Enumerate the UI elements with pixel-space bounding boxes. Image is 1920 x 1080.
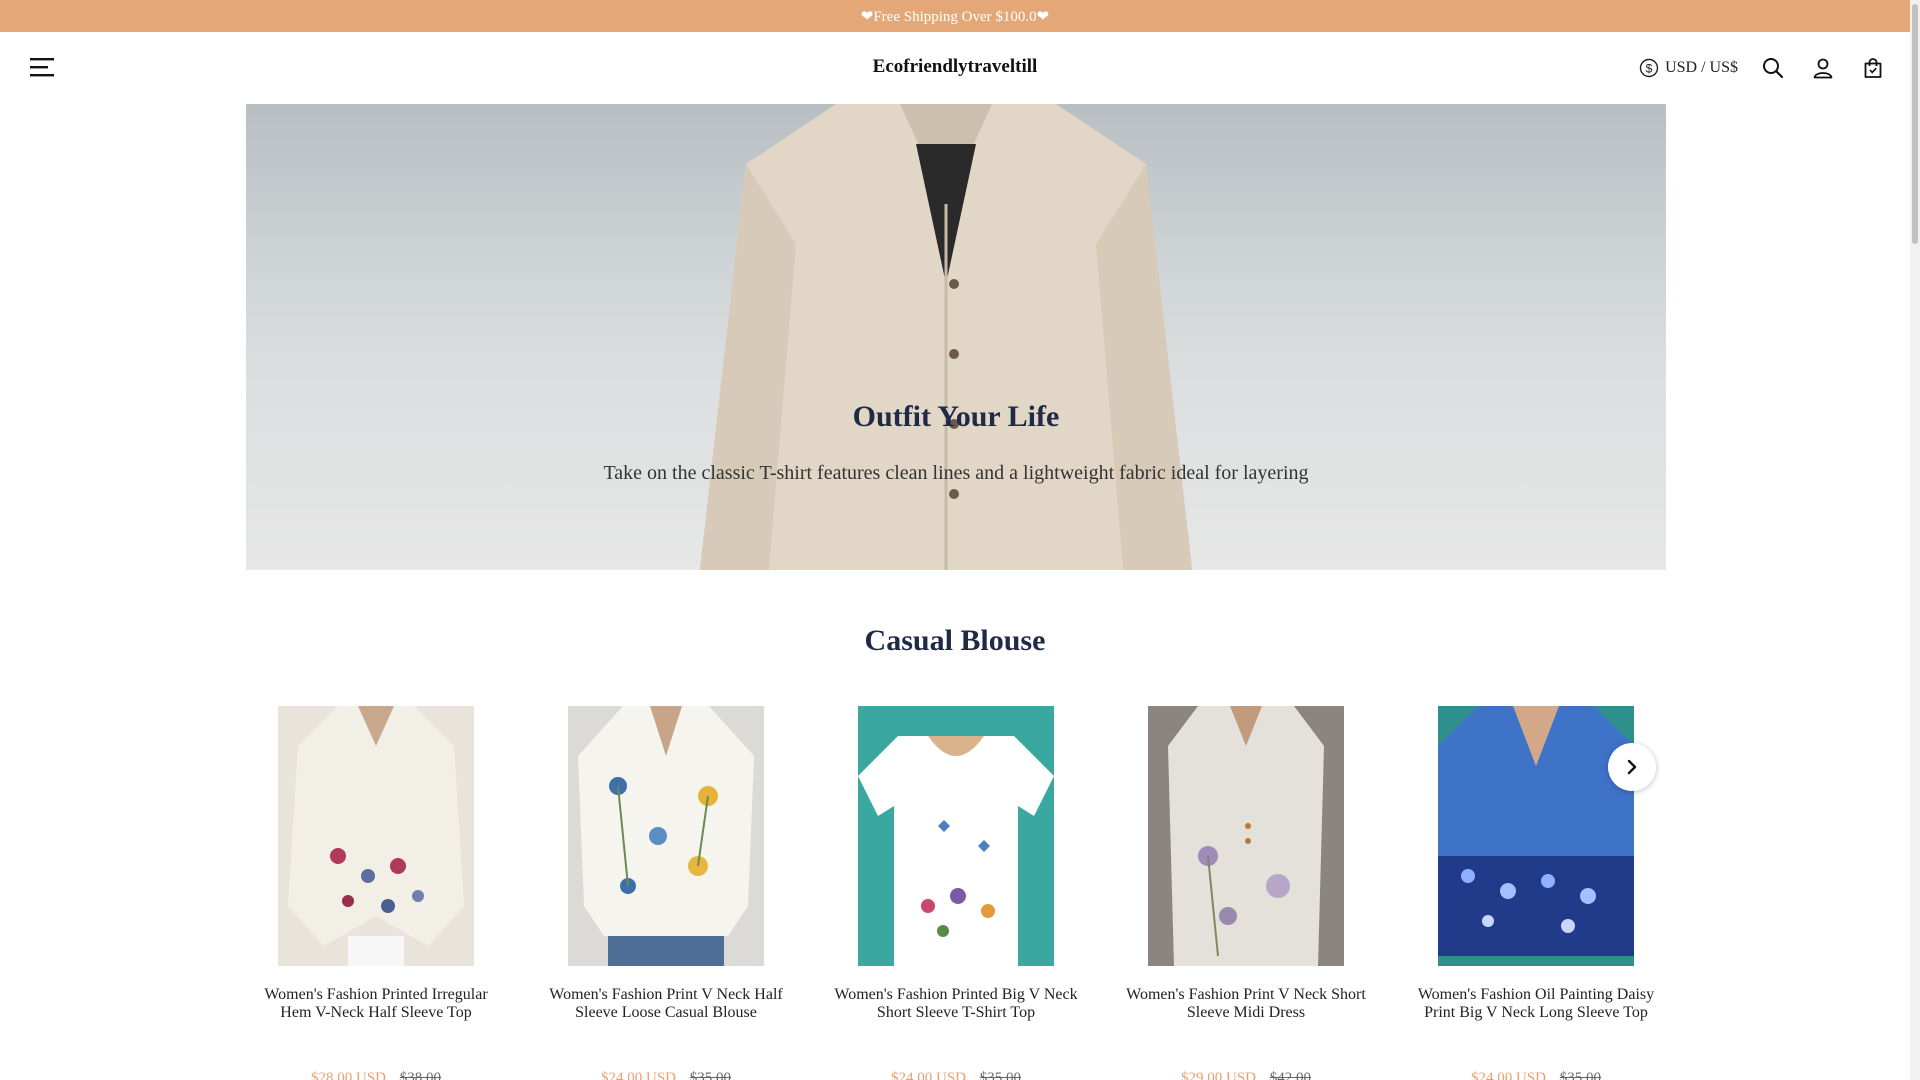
product-image-art [278, 706, 474, 966]
currency-selector[interactable]: $ USD / US$ [1639, 58, 1738, 78]
original-price: $35.00 [1559, 1070, 1601, 1080]
currency-icon: $ [1639, 58, 1659, 78]
product-carousel: Women's Fashion Printed Irregular Hem V-… [248, 706, 1668, 1080]
product-price: $28.00 USD $38.00 [248, 1070, 504, 1080]
product-title[interactable]: Women's Fashion Printed Big V Neck Short… [828, 986, 1084, 1022]
carousel-next-button[interactable] [1608, 743, 1656, 791]
svg-text:$: $ [1646, 62, 1653, 76]
product-title[interactable]: Women's Fashion Oil Painting Daisy Print… [1408, 986, 1664, 1022]
announcement-bar: ❤Free Shipping Over $100.0❤ [0, 0, 1910, 32]
cart-button[interactable] [1860, 55, 1886, 81]
product-title[interactable]: Women's Fashion Print V Neck Half Sleeve… [538, 986, 794, 1022]
sale-price: $24.00 USD [1470, 1070, 1546, 1080]
hero-banner[interactable]: Outfit Your Life Take on the classic T-s… [246, 104, 1666, 570]
hero-subtitle: Take on the classic T-shirt features cle… [603, 462, 1309, 484]
product-image-art [568, 706, 764, 966]
product-price: $29.00 USD $42.00 [1118, 1070, 1374, 1080]
hero-title: Outfit Your Life [852, 400, 1060, 433]
product-price: $24.00 USD $35.00 [1408, 1070, 1664, 1080]
account-button[interactable] [1810, 55, 1836, 81]
original-price: $35.00 [689, 1070, 731, 1080]
original-price: $42.00 [1269, 1070, 1311, 1080]
announcement-text: ❤Free Shipping Over $100.0❤ [860, 8, 1050, 25]
account-icon [1813, 58, 1833, 79]
sale-price: $29.00 USD [1180, 1070, 1256, 1080]
original-price: $35.00 [979, 1070, 1021, 1080]
scrollbar-thumb[interactable] [1912, 4, 1918, 244]
sale-price: $24.00 USD [600, 1070, 676, 1080]
page-scrollbar[interactable] [1910, 0, 1920, 1080]
product-price: $24.00 USD $35.00 [538, 1070, 794, 1080]
product-image[interactable] [278, 706, 474, 966]
product-image[interactable] [1148, 706, 1344, 966]
product-image-art [1148, 706, 1344, 966]
product-price: $24.00 USD $35.00 [828, 1070, 1084, 1080]
cart-icon [1864, 58, 1882, 78]
product-image[interactable] [1438, 706, 1634, 966]
product-image[interactable] [858, 706, 1054, 966]
sale-price: $24.00 USD [890, 1070, 966, 1080]
currency-label: USD / US$ [1665, 59, 1738, 76]
product-image-art [1438, 706, 1634, 966]
header-actions: $ USD / US$ [1639, 50, 1910, 86]
hero-model-illustration [699, 104, 1193, 570]
chevron-right-icon [1627, 759, 1637, 775]
product-image[interactable] [568, 706, 764, 966]
brand-logo[interactable]: Ecofriendlytraveltill [0, 56, 1910, 78]
search-icon [1763, 58, 1784, 79]
product-image-art [858, 706, 1054, 966]
site-header: Ecofriendlytraveltill $ USD / US$ [0, 32, 1910, 104]
search-button[interactable] [1760, 55, 1786, 81]
original-price: $38.00 [399, 1070, 441, 1080]
product-title[interactable]: Women's Fashion Printed Irregular Hem V-… [248, 986, 504, 1022]
product-title[interactable]: Women's Fashion Print V Neck Short Sleev… [1118, 986, 1374, 1022]
sale-price: $28.00 USD [310, 1070, 386, 1080]
section-title: Casual Blouse [864, 624, 1046, 657]
